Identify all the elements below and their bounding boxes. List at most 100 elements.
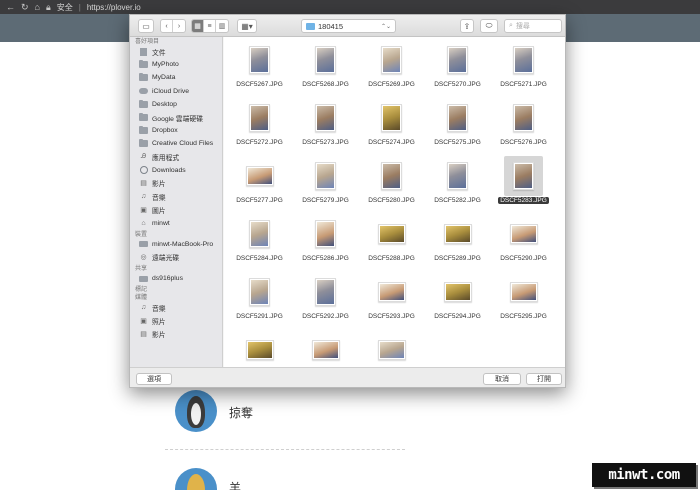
file-item[interactable]: DSCF5295.JPG bbox=[491, 272, 556, 328]
folder-popup[interactable]: 180415 ⌃⌄ bbox=[301, 19, 396, 33]
file-name-text: DSCF5290.JPG bbox=[500, 255, 547, 262]
folder-icon bbox=[139, 99, 148, 108]
file-item[interactable]: DSCF5292.JPG bbox=[293, 272, 358, 328]
image-icon: ▣ bbox=[140, 206, 147, 214]
user-name[interactable]: 掠奪 bbox=[229, 404, 253, 421]
photo-thumbnail bbox=[377, 224, 406, 244]
thumbnail-area bbox=[293, 156, 358, 196]
url-text[interactable]: https://plover.io bbox=[87, 3, 141, 12]
folder-icon bbox=[139, 73, 148, 82]
open-button[interactable]: 打開 bbox=[526, 373, 562, 385]
file-item[interactable]: DSCF5284.JPG bbox=[227, 214, 292, 270]
file-name: DSCF5274.JPG bbox=[359, 139, 424, 146]
sidebar-item[interactable]: ▤ 影片 bbox=[130, 328, 222, 341]
sidebar-item[interactable]: MyData bbox=[130, 71, 222, 84]
back-icon[interactable]: ← bbox=[6, 0, 15, 14]
back-button[interactable]: ‹ bbox=[161, 20, 173, 32]
photo-image bbox=[445, 284, 470, 300]
folder-icon bbox=[306, 22, 315, 30]
cancel-button[interactable]: 取消 bbox=[483, 373, 521, 385]
file-item[interactable]: DSCF5274.JPG bbox=[359, 98, 424, 154]
file-item[interactable] bbox=[227, 330, 292, 367]
file-name-text: DSCF5267.JPG bbox=[236, 81, 283, 88]
sidebar-item[interactable]: 文件 bbox=[130, 45, 222, 58]
file-item[interactable]: DSCF5268.JPG bbox=[293, 40, 358, 96]
folder-name: 180415 bbox=[318, 21, 344, 31]
column-view-button[interactable]: ▥ bbox=[216, 20, 228, 32]
reload-icon[interactable]: ↻ bbox=[21, 0, 29, 14]
options-button[interactable]: 選項 bbox=[136, 373, 172, 385]
file-item[interactable]: DSCF5290.JPG bbox=[491, 214, 556, 270]
sidebar-item[interactable]: Desktop bbox=[130, 98, 222, 111]
sidebar-item[interactable]: ◎ 遠端光碟 bbox=[130, 251, 222, 264]
file-item[interactable]: DSCF5279.JPG bbox=[293, 156, 358, 212]
file-name: DSCF5295.JPG bbox=[491, 313, 556, 320]
sidebar-item[interactable]: ds916plus bbox=[130, 272, 222, 285]
sidebar-item[interactable]: Dropbox bbox=[130, 124, 222, 137]
file-item[interactable]: DSCF5272.JPG bbox=[227, 98, 292, 154]
file-item[interactable]: DSCF5270.JPG bbox=[425, 40, 490, 96]
file-item[interactable] bbox=[359, 330, 424, 367]
file-item[interactable]: DSCF5273.JPG bbox=[293, 98, 358, 154]
file-item[interactable]: DSCF5275.JPG bbox=[425, 98, 490, 154]
sidebar-item[interactable]: minwt-MacBook-Pro bbox=[130, 238, 222, 251]
file-item[interactable]: DSCF5267.JPG bbox=[227, 40, 292, 96]
file-item[interactable]: DSCF5288.JPG bbox=[359, 214, 424, 270]
icon-view-button[interactable]: ▦ bbox=[192, 20, 204, 32]
file-item[interactable]: DSCF5280.JPG bbox=[359, 156, 424, 212]
file-item[interactable]: DSCF5289.JPG bbox=[425, 214, 490, 270]
photo-thumbnail bbox=[315, 46, 336, 74]
file-item[interactable]: DSCF5294.JPG bbox=[425, 272, 490, 328]
sidebar-item[interactable]: ♫ 音樂 bbox=[130, 190, 222, 203]
file-item[interactable]: DSCF5269.JPG bbox=[359, 40, 424, 96]
sidebar-item[interactable]: ♫ 音樂 bbox=[130, 301, 222, 314]
share-button[interactable]: ⇪ bbox=[460, 19, 474, 33]
sidebar-item[interactable]: Ꭿ 應用程式 bbox=[130, 151, 222, 164]
file-grid: DSCF5267.JPG DSCF5268.JPG DSCF5269.JPG DSCF… bbox=[224, 37, 565, 367]
file-item[interactable]: DSCF5291.JPG bbox=[227, 272, 292, 328]
file-item[interactable]: DSCF5277.JPG bbox=[227, 156, 292, 212]
file-item[interactable]: DSCF5282.JPG bbox=[425, 156, 490, 212]
apps-icon: Ꭿ bbox=[140, 153, 147, 161]
file-item[interactable]: DSCF5271.JPG bbox=[491, 40, 556, 96]
film-icon: ▤ bbox=[140, 331, 147, 339]
file-item[interactable]: DSCF5286.JPG bbox=[293, 214, 358, 270]
arrange-menu-button[interactable]: ▦▾ bbox=[237, 19, 257, 33]
file-name-text: DSCF5280.JPG bbox=[368, 197, 415, 204]
sidebar-section-header: 標記 bbox=[135, 287, 148, 294]
file-name: DSCF5275.JPG bbox=[425, 139, 490, 146]
search-icon: ⌕ bbox=[509, 22, 513, 29]
list-view-button[interactable]: ≡ bbox=[204, 20, 216, 32]
sidebar-item[interactable]: Downloads bbox=[130, 164, 222, 177]
file-name-text: DSCF5273.JPG bbox=[302, 139, 349, 146]
photo-thumbnail bbox=[509, 224, 538, 244]
photo-thumbnail bbox=[381, 46, 402, 74]
photo-image bbox=[317, 222, 334, 246]
sidebar-item[interactable]: Google 雲端硬碟 bbox=[130, 111, 222, 124]
file-item[interactable]: DSCF5276.JPG bbox=[491, 98, 556, 154]
tag-button[interactable]: ⬭ bbox=[480, 19, 498, 33]
file-item[interactable]: DSCF5293.JPG bbox=[359, 272, 424, 328]
home-icon: ⌂ bbox=[141, 219, 146, 227]
sidebar-toggle-button[interactable]: ▭ bbox=[138, 19, 154, 33]
sidebar-item[interactable]: ▣ 照片 bbox=[130, 314, 222, 327]
file-name-text: DSCF5282.JPG bbox=[434, 197, 481, 204]
file-item[interactable] bbox=[293, 330, 358, 367]
sidebar-item[interactable]: ▣ 圖片 bbox=[130, 203, 222, 216]
file-item[interactable]: DSCF5283.JPG bbox=[491, 156, 556, 212]
sidebar-item[interactable]: Creative Cloud Files bbox=[130, 137, 222, 150]
sidebar-item[interactable]: ⌂ minwt bbox=[130, 216, 222, 229]
user-name[interactable]: 羊 bbox=[229, 479, 241, 490]
file-name: DSCF5290.JPG bbox=[491, 255, 556, 262]
user-avatar[interactable] bbox=[175, 390, 217, 432]
folder-icon bbox=[139, 60, 148, 69]
sidebar-item-label: Desktop bbox=[152, 100, 177, 108]
home-icon[interactable]: ⌂ bbox=[35, 0, 40, 14]
sidebar-item[interactable]: ▤ 影片 bbox=[130, 177, 222, 190]
forward-button[interactable]: › bbox=[173, 20, 185, 32]
sidebar-item[interactable]: iCloud Drive bbox=[130, 85, 222, 98]
user-avatar[interactable] bbox=[175, 468, 217, 490]
search-input[interactable]: ⌕ 搜尋 bbox=[504, 19, 562, 33]
sidebar-item[interactable]: MyPhoto bbox=[130, 58, 222, 71]
thumbnail-area bbox=[491, 40, 556, 80]
